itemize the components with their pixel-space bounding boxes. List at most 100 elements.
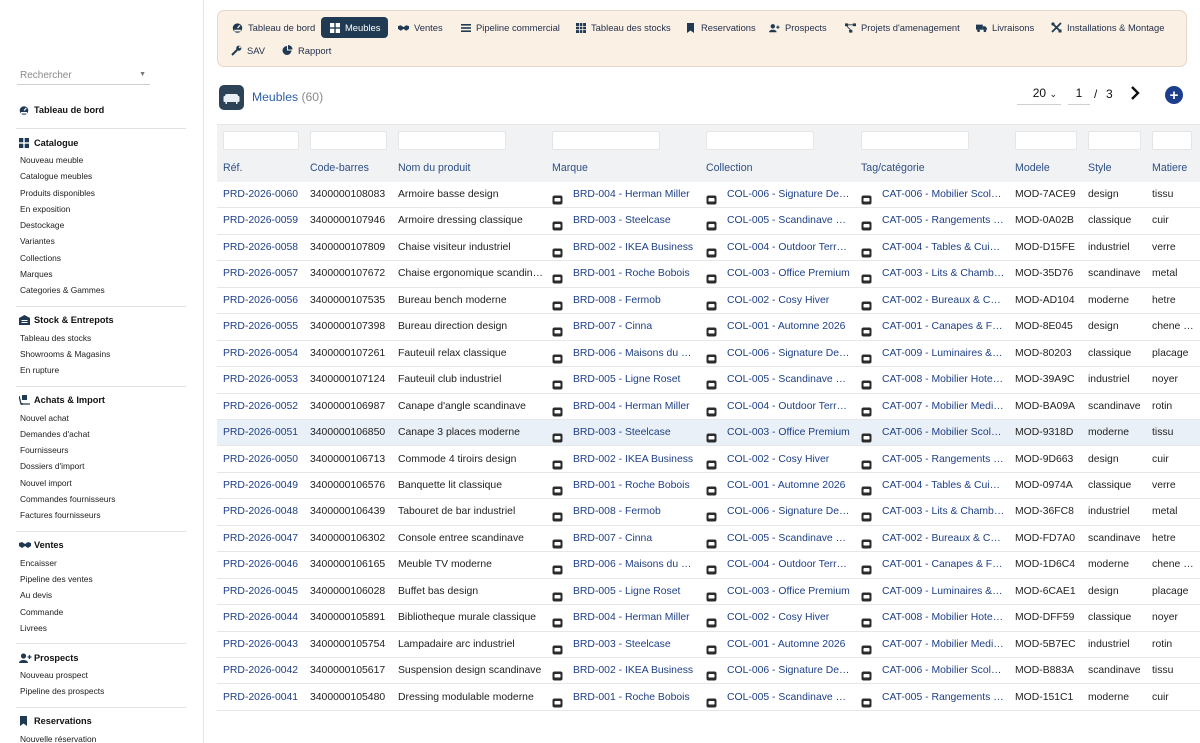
related-record-link[interactable]: CAT-006 - Mobilier Scolaire — [861, 182, 1005, 208]
related-record-link[interactable]: CAT-002 - Bureaux & Chaises — [861, 288, 1005, 314]
related-record-link[interactable]: COL-002 - Cosy Hiver — [706, 288, 850, 314]
sidebar-item[interactable]: Fournisseurs — [16, 442, 186, 458]
related-record-link[interactable]: BRD-001 - Roche Bobois — [552, 261, 696, 287]
product-ref-link[interactable]: PRD-2026-0052 — [223, 394, 299, 420]
sidebar-item[interactable]: Pipeline des prospects — [16, 683, 186, 699]
add-furniture-button[interactable]: + — [1165, 86, 1183, 104]
related-record-link[interactable]: BRD-006 - Maisons du Monde — [552, 341, 696, 367]
related-record-link[interactable]: BRD-007 - Cinna — [552, 314, 696, 340]
per-page-select[interactable]: 20 ⌄ — [1017, 86, 1061, 105]
column-filter-input[interactable] — [1088, 131, 1141, 150]
related-record-link[interactable]: CAT-006 - Mobilier Scolaire — [861, 420, 1005, 446]
table-row[interactable]: PRD-2026-0056 3400000107535 Bureau bench m… — [217, 288, 1200, 315]
related-record-link[interactable]: COL-006 - Signature Design — [706, 658, 850, 684]
column-header[interactable]: Tag/catégorie — [861, 162, 925, 174]
sidebar-group-header[interactable]: Reservations — [16, 714, 186, 729]
column-filter-input[interactable] — [861, 131, 969, 150]
related-record-link[interactable]: COL-004 - Outdoor Terrasse — [706, 552, 850, 578]
column-header[interactable]: Collection — [706, 162, 753, 174]
sidebar-item[interactable]: Nouveau meuble — [16, 152, 186, 168]
tab-reservations[interactable]: Reservations — [677, 17, 764, 38]
related-record-link[interactable]: COL-004 - Outdoor Terrasse — [706, 235, 850, 261]
tab-livraisons[interactable]: Livraisons — [968, 17, 1042, 38]
tab-installations-montage[interactable]: Installations & Montage — [1043, 17, 1172, 38]
sidebar-item[interactable]: Marques — [16, 266, 186, 282]
tab-rapport[interactable]: Rapport — [274, 40, 339, 61]
product-ref-link[interactable]: PRD-2026-0045 — [223, 579, 299, 605]
product-ref-link[interactable]: PRD-2026-0044 — [223, 605, 299, 631]
sidebar-group-header[interactable]: Stock & Entrepots — [16, 313, 186, 328]
product-ref-link[interactable]: PRD-2026-0054 — [223, 341, 299, 367]
sidebar-item[interactable]: Produits disponibles — [16, 185, 186, 201]
related-record-link[interactable]: COL-005 - Scandinave Essentiel — [706, 367, 850, 393]
related-record-link[interactable]: COL-005 - Scandinave Essentiel — [706, 526, 850, 552]
sidebar-item[interactable]: En rupture — [16, 362, 186, 378]
product-ref-link[interactable]: PRD-2026-0046 — [223, 552, 299, 578]
table-row[interactable]: PRD-2026-0052 3400000106987 Canape d'angle… — [217, 394, 1200, 420]
related-record-link[interactable]: CAT-008 - Mobilier Hotelier — [861, 367, 1005, 393]
table-row[interactable]: PRD-2026-0049 3400000106576 Banquette lit … — [217, 473, 1200, 500]
related-record-link[interactable]: CAT-004 - Tables & Cuisines — [861, 235, 1005, 261]
sidebar-group-header[interactable]: Catalogue — [16, 135, 186, 150]
column-header[interactable]: Modele — [1015, 162, 1050, 174]
table-row[interactable]: PRD-2026-0054 3400000107261 Fauteuil relax… — [217, 341, 1200, 368]
sidebar-item[interactable]: Tableau des stocks — [16, 330, 186, 346]
related-record-link[interactable]: COL-006 - Signature Design — [706, 341, 850, 367]
table-row[interactable]: PRD-2026-0042 3400000105617 Suspension des… — [217, 658, 1200, 685]
sidebar-item[interactable]: Variantes — [16, 233, 186, 249]
related-record-link[interactable]: BRD-006 - Maisons du Monde — [552, 552, 696, 578]
related-record-link[interactable]: CAT-007 - Mobilier Medical — [861, 394, 1005, 420]
related-record-link[interactable]: CAT-005 - Rangements & Armoires — [861, 447, 1005, 473]
product-ref-link[interactable]: PRD-2026-0047 — [223, 526, 299, 552]
sidebar-group-header[interactable]: Prospects — [16, 650, 186, 665]
table-row[interactable]: PRD-2026-0057 3400000107672 Chaise ergonom… — [217, 261, 1200, 288]
table-row[interactable]: PRD-2026-0046 3400000106165 Meuble TV mode… — [217, 552, 1200, 579]
tab-meubles[interactable]: Meubles — [321, 17, 389, 38]
product-ref-link[interactable]: PRD-2026-0057 — [223, 261, 299, 287]
sidebar-item[interactable]: Destockage — [16, 217, 186, 233]
related-record-link[interactable]: BRD-003 - Steelcase — [552, 208, 696, 234]
column-filter-input[interactable] — [310, 131, 387, 150]
related-record-link[interactable]: CAT-008 - Mobilier Hotelier — [861, 605, 1005, 631]
table-row[interactable]: PRD-2026-0051 3400000106850 Canape 3 place… — [217, 420, 1200, 447]
related-record-link[interactable]: BRD-003 - Steelcase — [552, 632, 696, 658]
related-record-link[interactable]: BRD-007 - Cinna — [552, 526, 696, 552]
sidebar-item[interactable]: Nouveau prospect — [16, 667, 186, 683]
sidebar-item[interactable]: Categories & Gammes — [16, 282, 186, 298]
tab-tableau-des-stocks[interactable]: Tableau des stocks — [567, 17, 679, 38]
related-record-link[interactable]: BRD-005 - Ligne Roset — [552, 579, 696, 605]
related-record-link[interactable]: COL-004 - Outdoor Terrasse — [706, 394, 850, 420]
sidebar-item[interactable]: Catalogue meubles — [16, 168, 186, 184]
table-row[interactable]: PRD-2026-0053 3400000107124 Fauteuil club … — [217, 367, 1200, 394]
sidebar-item[interactable]: Nouvelle réservation — [16, 731, 186, 743]
column-filter-input[interactable] — [398, 131, 506, 150]
tab-sav[interactable]: SAV — [223, 40, 273, 61]
table-row[interactable]: PRD-2026-0050 3400000106713 Commode 4 tiro… — [217, 447, 1200, 473]
related-record-link[interactable]: BRD-001 - Roche Bobois — [552, 685, 696, 711]
product-ref-link[interactable]: PRD-2026-0053 — [223, 367, 299, 393]
sidebar-item[interactable]: Demandes d'achat — [16, 426, 186, 442]
sidebar-item[interactable]: Commandes fournisseurs — [16, 491, 186, 507]
sidebar-item[interactable]: Showrooms & Magasins — [16, 346, 186, 362]
tab-ventes[interactable]: Ventes — [390, 17, 451, 38]
related-record-link[interactable]: BRD-008 - Fermob — [552, 288, 696, 314]
sidebar-item-dashboard[interactable]: Tableau de bord — [16, 102, 186, 117]
related-record-link[interactable]: BRD-005 - Ligne Roset — [552, 367, 696, 393]
table-row[interactable]: PRD-2026-0044 3400000105891 Bibliotheque m… — [217, 605, 1200, 632]
table-row[interactable]: PRD-2026-0041 3400000105480 Dressing modul… — [217, 685, 1200, 711]
product-ref-link[interactable]: PRD-2026-0042 — [223, 658, 299, 684]
product-ref-link[interactable]: PRD-2026-0059 — [223, 208, 299, 234]
related-record-link[interactable]: BRD-002 - IKEA Business — [552, 235, 696, 261]
sidebar-item[interactable]: Encaisser — [16, 555, 186, 571]
related-record-link[interactable]: CAT-003 - Lits & Chambres — [861, 499, 1005, 525]
related-record-link[interactable]: COL-006 - Signature Design — [706, 499, 850, 525]
related-record-link[interactable]: COL-002 - Cosy Hiver — [706, 605, 850, 631]
related-record-link[interactable]: CAT-002 - Bureaux & Chaises — [861, 526, 1005, 552]
product-ref-link[interactable]: PRD-2026-0041 — [223, 685, 299, 711]
related-record-link[interactable]: COL-001 - Automne 2026 — [706, 314, 850, 340]
related-record-link[interactable]: COL-003 - Office Premium — [706, 579, 850, 605]
related-record-link[interactable]: COL-001 - Automne 2026 — [706, 473, 850, 499]
column-header[interactable]: Marque — [552, 162, 588, 174]
related-record-link[interactable]: BRD-004 - Herman Miller — [552, 182, 696, 208]
related-record-link[interactable]: COL-005 - Scandinave Essentiel — [706, 208, 850, 234]
